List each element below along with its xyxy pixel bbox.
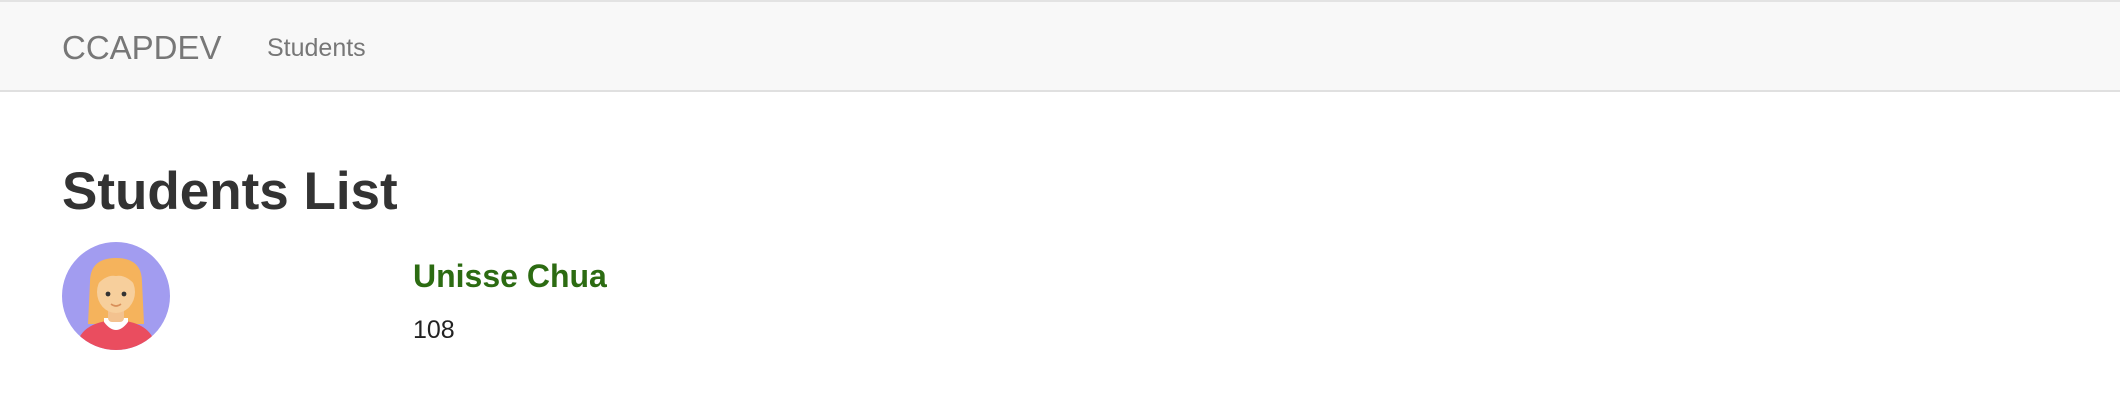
female-avatar-icon	[62, 242, 170, 350]
page-title: Students List	[62, 162, 398, 221]
nav-link-students[interactable]: Students	[267, 32, 366, 64]
student-list-item: Unisse Chua 108	[62, 242, 1862, 352]
student-name-link[interactable]: Unisse Chua	[413, 256, 607, 296]
top-navbar: CCAPDEV Students	[0, 0, 2120, 92]
brand-link[interactable]: CCAPDEV	[62, 28, 222, 68]
student-id: 108	[413, 316, 455, 344]
